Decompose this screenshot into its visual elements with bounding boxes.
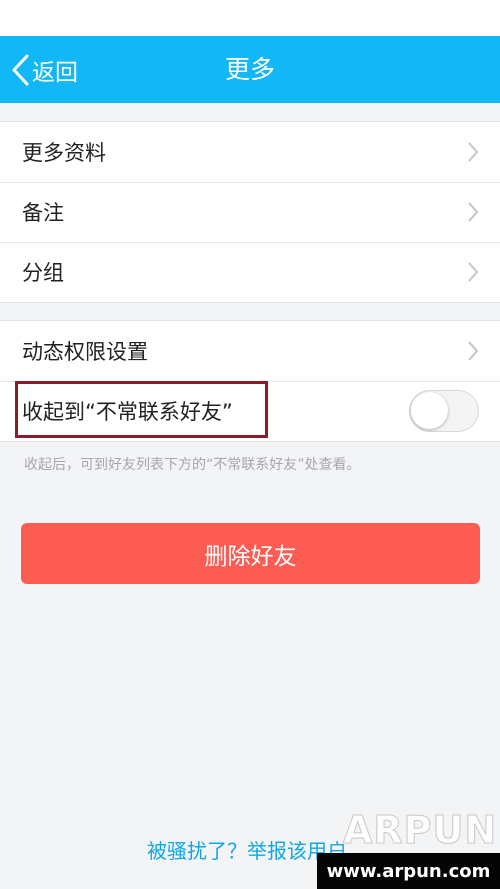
remark-row[interactable]: 备注 [0,182,500,242]
remark-label: 备注 [22,201,64,225]
hide-hint-text: 收起后，可到好友列表下方的“不常联系好友”处查看。 [24,457,361,473]
delete-friend-button[interactable]: 删除好友 [21,523,480,584]
back-button[interactable]: 返回 [10,36,78,103]
nav-bar: 返回 更多 [0,36,500,103]
more-info-label: 更多资料 [22,141,106,165]
hide-contact-row: 收起到“不常联系好友” [0,381,500,441]
chevron-right-icon [466,200,480,228]
toggle-knob [411,392,448,429]
hide-contact-label: 收起到“不常联系好友” [22,400,233,424]
back-label: 返回 [32,59,78,86]
chevron-right-icon [466,260,480,288]
watermark-url: www.arpun.com [317,853,500,889]
chevron-right-icon [466,140,480,168]
group-label: 分组 [22,261,64,285]
feed-permissions-label: 动态权限设置 [22,340,148,364]
privacy-settings-group: 动态权限设置 收起到“不常联系好友” [0,320,500,442]
watermark-logo: ARPUN [342,808,498,853]
more-info-row[interactable]: 更多资料 [0,122,500,182]
feed-permissions-row[interactable]: 动态权限设置 [0,321,500,381]
status-bar [0,0,500,36]
group-row[interactable]: 分组 [0,242,500,302]
chevron-right-icon [466,339,480,367]
profile-settings-group: 更多资料 备注 分组 [0,121,500,303]
back-chevron-icon [10,53,30,87]
hide-contact-toggle[interactable] [409,390,479,432]
